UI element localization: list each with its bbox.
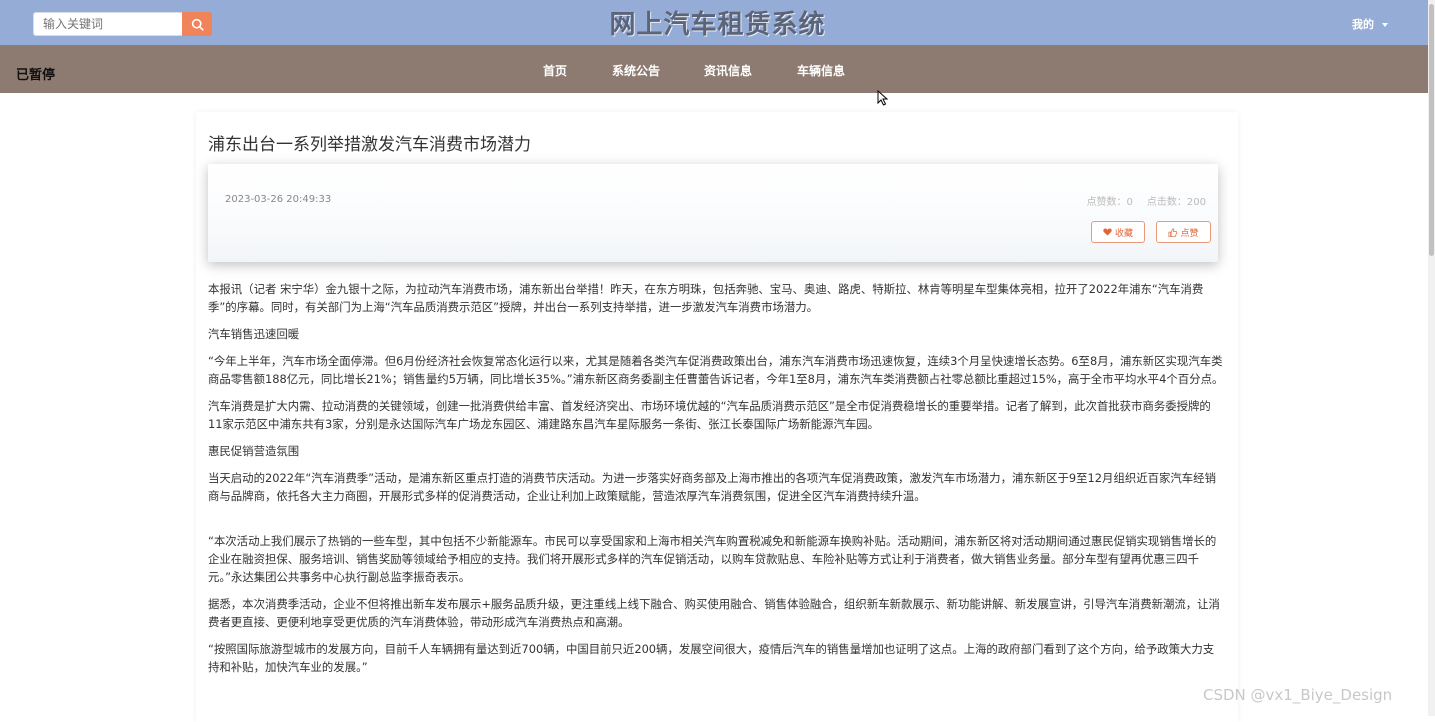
article-title: 浦东出台一系列举措激发汽车消费市场潜力: [208, 135, 531, 155]
nav-home[interactable]: 首页: [543, 62, 567, 79]
status-paused: 已暂停: [16, 68, 56, 83]
article-container: 浦东出台一系列举措激发汽车消费市场潜力 2023-03-26 20:49:33 …: [196, 112, 1238, 722]
article-body: 本报讯（记者 宋宁华）金九银十之际，为拉动汽车消费市场，浦东新出台举措！昨天，在…: [208, 280, 1224, 685]
article-subheading: 惠民促销营造氛围: [208, 444, 300, 458]
main-nav: 已暂停 首页 系统公告 资讯信息 车辆信息: [0, 45, 1435, 93]
my-menu-label: 我的: [1352, 18, 1374, 31]
article-paragraph: 本报讯（记者 宋宁华）金九银十之际，为拉动汽车消费市场，浦东新出台举措！昨天，在…: [208, 282, 1204, 314]
article-paragraph: 当天启动的2022年“汽车消费季”活动，是浦东新区重点打造的消费节庆活动。为进一…: [208, 471, 1216, 503]
nav-vehicles[interactable]: 车辆信息: [797, 62, 845, 79]
scrollbar-thumb[interactable]: [1429, 4, 1434, 256]
heart-icon: [1103, 228, 1112, 236]
article-paragraph: 据悉，本次消费季活动，企业不但将推出新车发布展示+服务品质升级，更注重线上线下融…: [208, 597, 1220, 629]
article-paragraph: “按照国际旅游型城市的发展方向，目前千人车辆拥有量达到近700辆，中国目前只近2…: [208, 642, 1215, 674]
nav-news[interactable]: 资讯信息: [704, 62, 752, 79]
article-meta-card: 2023-03-26 20:49:33 点赞数：0 点击数：200 收藏 点赞: [208, 164, 1218, 262]
site-title: 网上汽车租赁系统: [609, 10, 826, 40]
my-account-menu[interactable]: 我的: [1352, 16, 1388, 32]
watermark: CSDN @vx1_Biye_Design: [1203, 686, 1393, 704]
article-stats: 点赞数：0 点击数：200: [1087, 193, 1206, 208]
caret-down-icon: [1382, 23, 1388, 27]
article-subheading: 汽车销售迅速回暖: [208, 327, 300, 341]
like-button[interactable]: 点赞: [1156, 221, 1211, 243]
nav-announcements[interactable]: 系统公告: [612, 62, 660, 79]
article-paragraph: “本次活动上我们展示了热销的一些车型，其中包括不少新能源车。市民可以享受国家和上…: [208, 534, 1217, 584]
favorite-label: 收藏: [1114, 228, 1133, 239]
favorite-button[interactable]: 收藏: [1091, 221, 1145, 243]
mouse-cursor-icon: [877, 90, 889, 106]
top-header: 网上汽车租赁系统 我的: [0, 0, 1435, 45]
like-count: 点赞数：0: [1086, 197, 1133, 208]
like-label: 点赞: [1180, 228, 1199, 239]
article-paragraph: 汽车消费是扩大内需、拉动消费的关键领域，创建一批消费供给丰富、首发经济突出、市场…: [208, 399, 1211, 431]
article-paragraph: “今年上半年，汽车市场全面停滞。但6月份经济社会恢复常态化运行以来，尤其是随着各…: [208, 354, 1224, 386]
thumbs-up-icon: [1169, 227, 1178, 237]
article-date: 2023-03-26 20:49:33: [225, 194, 332, 205]
click-count: 点击数：200: [1146, 197, 1206, 208]
